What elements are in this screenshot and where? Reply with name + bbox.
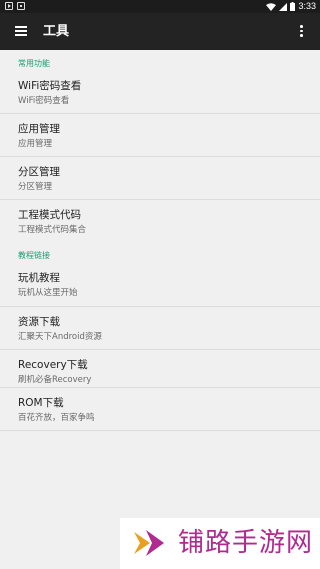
list-item-partition-manager[interactable]: 分区管理 分区管理 [0, 157, 320, 200]
item-subtitle: 玩机从这里开始 [18, 288, 78, 298]
more-options-icon[interactable] [299, 24, 303, 38]
item-subtitle: 应用管理 [18, 139, 53, 149]
list-item-app-manager[interactable]: 应用管理 应用管理 [0, 114, 320, 157]
page-title: 工具 [43, 24, 70, 39]
item-title: WiFi密码查看 [18, 80, 82, 92]
item-subtitle: 工程模式代码集合 [18, 225, 87, 235]
signal-icon [279, 2, 288, 11]
status-time: 3:33 [298, 1, 316, 11]
list-item-engineering-codes[interactable]: 工程模式代码 工程模式代码集合 [0, 200, 320, 243]
status-bar: 3:33 [0, 0, 320, 13]
battery-icon [290, 2, 296, 11]
item-title: 资源下载 [18, 316, 60, 328]
watermark-logo-icon [134, 530, 164, 556]
item-title: ROM下载 [18, 397, 64, 409]
list-item-wifi-password[interactable]: WiFi密码查看 WiFi密码查看 [0, 71, 320, 114]
app-notification-icon [17, 2, 25, 10]
watermark-text: 铺路手游网 [178, 528, 314, 558]
menu-icon[interactable] [15, 25, 27, 37]
item-title: 分区管理 [18, 166, 60, 178]
item-subtitle: 汇聚天下Android资源 [18, 332, 102, 342]
item-title: 玩机教程 [18, 272, 60, 284]
list-item-tutorials[interactable]: 玩机教程 玩机从这里开始 [0, 263, 320, 306]
app-bar: 工具 [0, 13, 320, 50]
status-indicators: 3:33 [266, 1, 316, 12]
item-subtitle: 分区管理 [18, 182, 53, 192]
watermark-banner: 铺路手游网 [120, 518, 320, 569]
item-subtitle: WiFi密码查看 [18, 96, 70, 106]
item-title: 工程模式代码 [18, 209, 81, 221]
divider [0, 430, 320, 431]
item-subtitle: 刷机必备Recovery [18, 375, 92, 385]
list-item-resource-download[interactable]: 资源下载 汇聚天下Android资源 [0, 307, 320, 350]
item-subtitle: 百花齐放，百家争鸣 [18, 413, 95, 423]
section-header-common: 常用功能 [18, 59, 50, 68]
list-item-rom-download[interactable]: ROM下载 百花齐放，百家争鸣 [0, 388, 320, 431]
section-header-tutorials: 教程链接 [18, 251, 50, 260]
item-title: 应用管理 [18, 123, 60, 135]
wifi-icon [266, 2, 277, 11]
media-notification-icon [5, 2, 13, 10]
item-title: Recovery下载 [18, 359, 88, 371]
